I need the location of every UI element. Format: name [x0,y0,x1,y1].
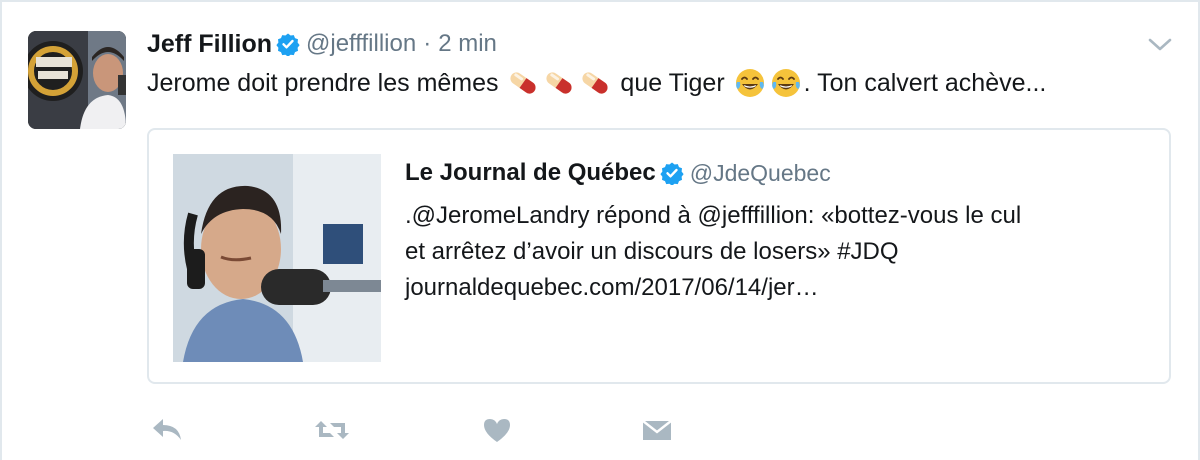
tweet-card[interactable]: Jeff Fillion @jefffillion · 2 min Jerome… [0,0,1200,460]
quoted-link[interactable]: journaldequebec.com/2017/06/14/jer… [405,270,1145,306]
laughing-tears-emoji-icon [734,67,766,99]
chevron-down-icon[interactable] [1147,36,1173,54]
verified-badge-icon [276,32,300,57]
direct-message-icon[interactable] [637,410,677,450]
tweet-text: Jerome doit prendre les mêmes que Tiger … [147,65,1046,101]
quoted-tweet-header: Le Journal de Québec @JdeQuebec [405,158,831,188]
pill-emoji-icon [579,67,611,99]
quoted-author-name[interactable]: Le Journal de Québec [405,159,656,187]
quoted-tweet-text: .@JeromeLandry répond à @jefffillion: «b… [405,198,1145,306]
tweet-text-part: que Tiger [613,69,732,97]
quoted-author-handle[interactable]: @JdeQuebec [690,160,831,187]
tweet-header: Jeff Fillion @jefffillion · 2 min [147,29,497,59]
pill-emoji-icon [507,67,539,99]
verified-badge-icon [660,161,684,186]
retweet-icon[interactable] [312,410,352,450]
quoted-tweet-image[interactable] [173,154,381,362]
author-avatar[interactable] [28,31,126,129]
pill-emoji-icon [543,67,575,99]
reply-icon[interactable] [147,410,187,450]
quoted-text-line: et arrêtez d’avoir un discours de losers… [405,238,899,265]
avatar-image [28,31,126,129]
author-handle[interactable]: @jefffillion [306,30,416,58]
tweet-text-part: . Ton calvert achève... [803,69,1047,97]
radio-host-photo [173,154,381,362]
quoted-tweet[interactable]: Le Journal de Québec @JdeQuebec .@Jerome… [147,128,1171,384]
author-name[interactable]: Jeff Fillion [147,30,272,59]
tweet-text-part: Jerome doit prendre les mêmes [147,69,506,97]
quoted-text-line: .@JeromeLandry répond à @jefffillion: «b… [405,202,1022,229]
separator-dot: · [423,30,432,57]
laughing-tears-emoji-icon [770,67,802,99]
like-icon[interactable] [477,410,517,450]
tweet-timestamp[interactable]: 2 min [438,30,497,58]
